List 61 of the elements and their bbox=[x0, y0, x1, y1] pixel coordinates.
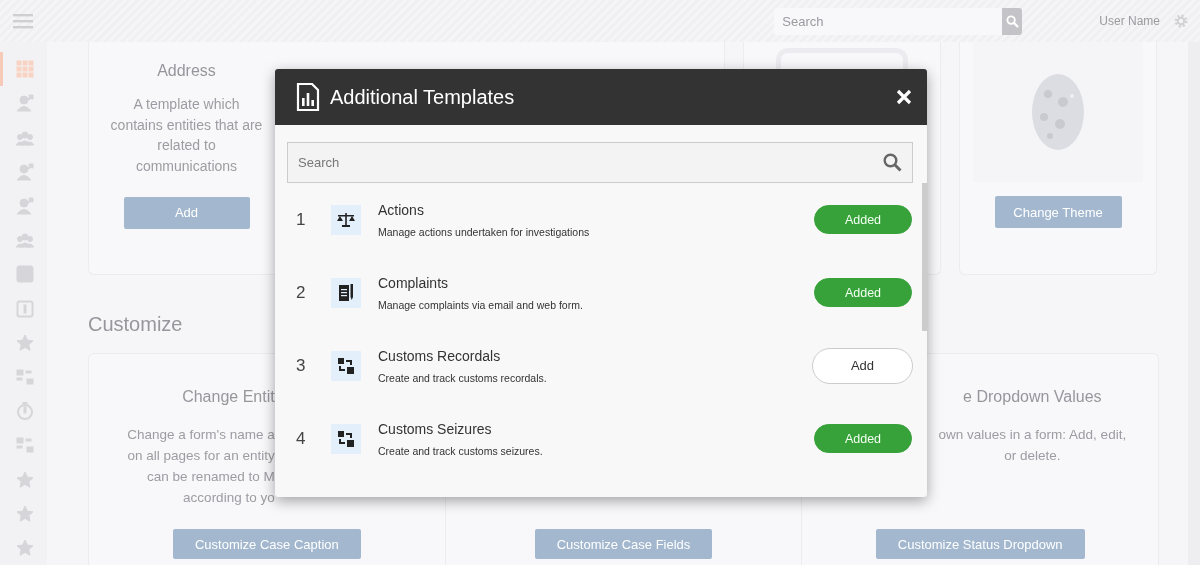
search-icon[interactable] bbox=[883, 153, 902, 172]
timer-icon[interactable] bbox=[16, 402, 34, 421]
flowchart-icon[interactable] bbox=[16, 436, 34, 455]
user-name[interactable]: User Name bbox=[1099, 14, 1160, 28]
description-line: own values in a form: Add, edit, bbox=[938, 426, 1127, 444]
scales-icon bbox=[337, 212, 355, 227]
notepad-icon bbox=[339, 284, 353, 301]
template-description: A template which contains entities that are related to communications bbox=[109, 95, 264, 177]
customize-button[interactable]: Customize Case Caption bbox=[172, 529, 361, 559]
row-number: 1 bbox=[296, 209, 307, 230]
people-icon[interactable] bbox=[16, 231, 34, 250]
section-heading: Customize bbox=[88, 313, 184, 337]
star-icon[interactable] bbox=[16, 470, 34, 489]
template-name: Complaints bbox=[378, 274, 450, 291]
person-icon[interactable] bbox=[16, 162, 34, 181]
template-description: Create and track customs seizures. bbox=[378, 444, 544, 457]
report-icon bbox=[296, 83, 320, 111]
star-icon[interactable] bbox=[16, 538, 34, 557]
customize-button[interactable]: Customize Case Fields bbox=[534, 529, 713, 559]
grid-icon[interactable] bbox=[16, 60, 34, 79]
template-description: Manage actions undertaken for investigations bbox=[378, 225, 591, 238]
menu-icon[interactable] bbox=[13, 13, 33, 29]
add-button[interactable]: Add bbox=[123, 196, 250, 229]
search-field[interactable]: Search bbox=[287, 142, 913, 183]
add-button[interactable]: Add bbox=[812, 347, 913, 384]
row-number: 2 bbox=[296, 282, 307, 303]
description-line: Change a form's name a bbox=[127, 426, 275, 444]
scrollbar-thumb[interactable] bbox=[922, 183, 927, 331]
info-icon[interactable] bbox=[16, 299, 34, 318]
added-button[interactable]: Added bbox=[814, 205, 912, 234]
search-button[interactable] bbox=[1002, 7, 1023, 35]
close-button[interactable] bbox=[894, 87, 914, 107]
description-line: can be renamed to M bbox=[147, 468, 275, 486]
row-number: 3 bbox=[296, 355, 307, 376]
person-icon[interactable] bbox=[16, 196, 34, 215]
template-name: Customs Seizures bbox=[378, 420, 493, 437]
template-name: Customs Recordals bbox=[378, 347, 502, 364]
description-line: or delete. bbox=[1004, 447, 1061, 465]
customize-button[interactable]: Customize Status Dropdown bbox=[875, 529, 1085, 559]
template-name: Actions bbox=[378, 201, 425, 218]
option-title: e Dropdown Values bbox=[963, 388, 1102, 406]
flowchart-icon[interactable] bbox=[16, 367, 34, 386]
change-theme-button[interactable]: Change Theme bbox=[994, 196, 1122, 228]
added-button[interactable]: Added bbox=[814, 424, 912, 453]
flowchart-icon bbox=[338, 430, 354, 447]
people-icon[interactable] bbox=[16, 128, 34, 147]
template-description: Manage complaints via email and web form. bbox=[378, 298, 584, 311]
added-button[interactable]: Added bbox=[814, 278, 912, 307]
flowchart-icon bbox=[338, 357, 354, 374]
row-number: 4 bbox=[296, 428, 307, 449]
option-title: Change Entit bbox=[182, 388, 275, 406]
star-icon[interactable] bbox=[16, 333, 34, 352]
template-title: Address bbox=[157, 62, 216, 80]
description-line: according to yo bbox=[183, 489, 275, 507]
search-field[interactable]: Search bbox=[774, 7, 1003, 35]
description-line: on all pages for an entity bbox=[127, 447, 275, 465]
template-description: Create and track customs recordals. bbox=[378, 371, 548, 384]
settings-icon[interactable] bbox=[1174, 14, 1188, 28]
dialog-title: Additional Templates bbox=[330, 85, 515, 109]
person-icon[interactable] bbox=[16, 94, 34, 113]
star-icon[interactable] bbox=[16, 504, 34, 523]
